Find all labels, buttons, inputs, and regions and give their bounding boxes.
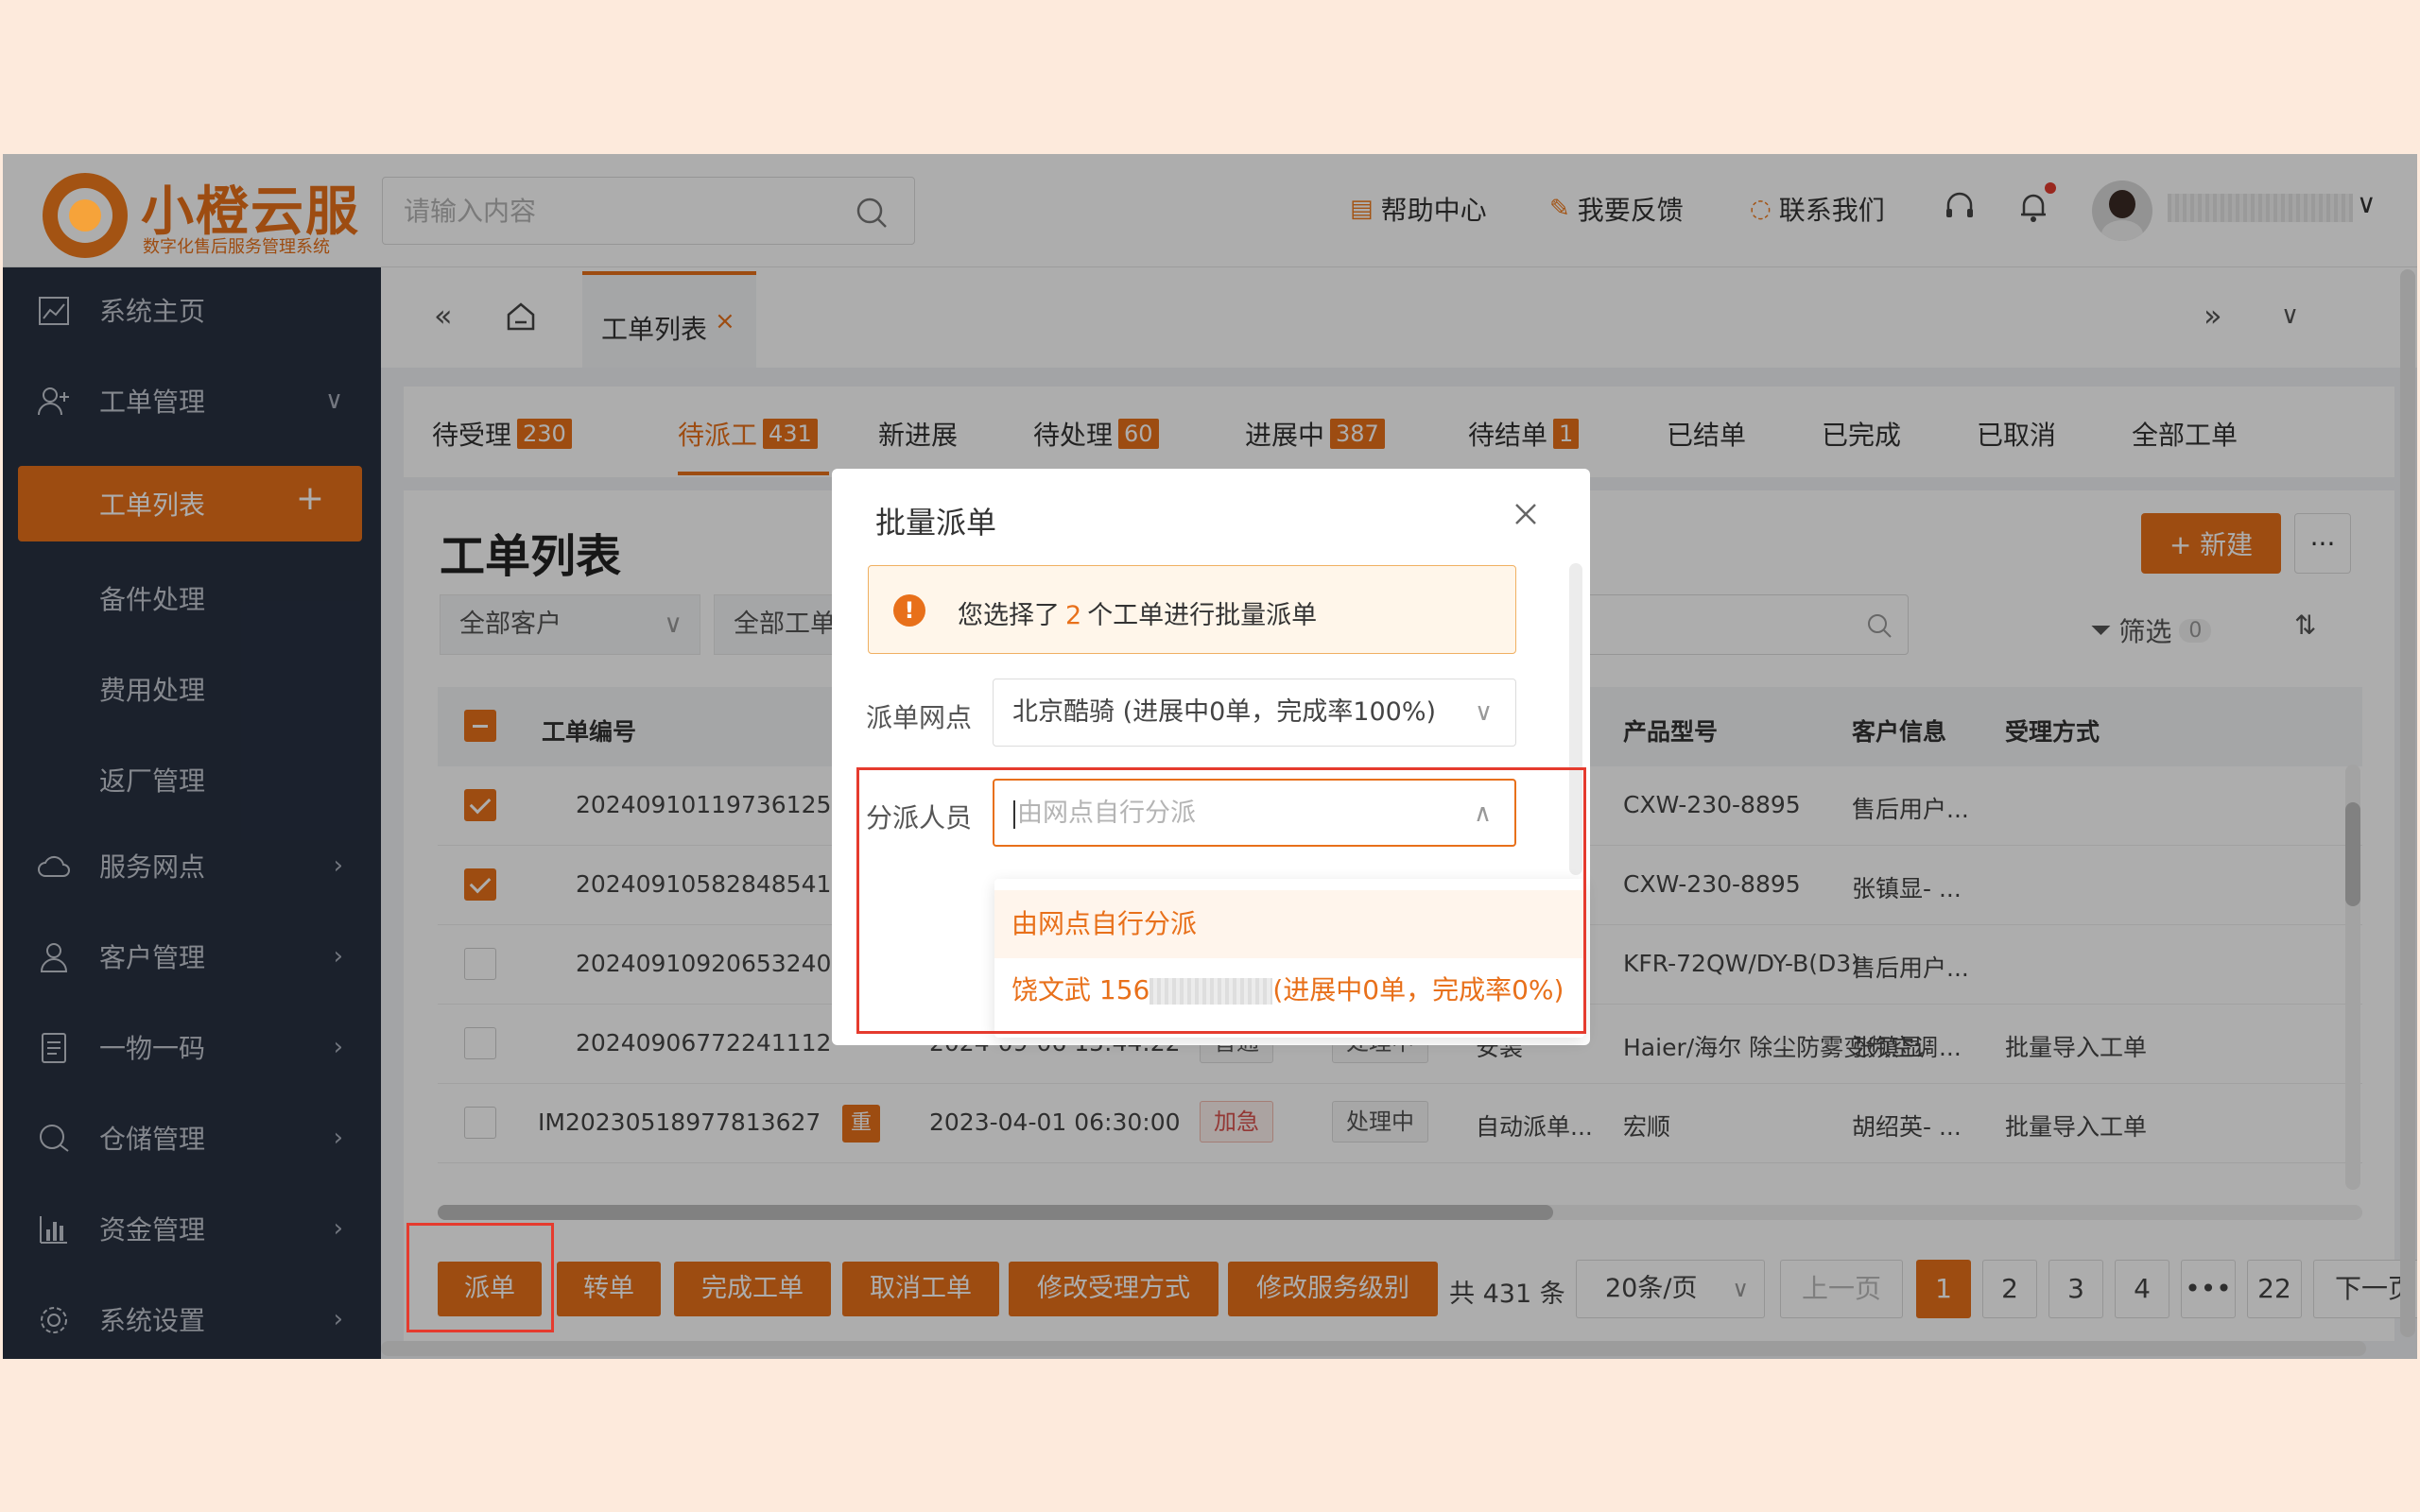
dialog-title: 批量派单 (875, 505, 997, 541)
highlight-box-staff (856, 767, 1586, 1034)
alert-text: 您选择了 2 个工单进行批量派单 (958, 594, 1317, 631)
chevron-down-icon: ∨ (1474, 698, 1493, 727)
selection-alert: ! 您选择了 2 个工单进行批量派单 (868, 565, 1516, 654)
warning-icon: ! (893, 594, 925, 627)
close-icon[interactable] (1509, 497, 1543, 531)
branch-select[interactable]: 北京酷骑 (进展中0单，完成率100%) ∨ (993, 679, 1516, 747)
highlight-box-dispatch (406, 1223, 554, 1332)
branch-label: 派单网点 (866, 702, 973, 733)
alert-count: 2 (1065, 601, 1082, 630)
alert-prefix: 您选择了 (958, 601, 1060, 630)
alert-suffix: 个工单进行批量派单 (1087, 601, 1318, 630)
branch-value: 北京酷骑 (进展中0单，完成率100%) (1012, 697, 1437, 727)
